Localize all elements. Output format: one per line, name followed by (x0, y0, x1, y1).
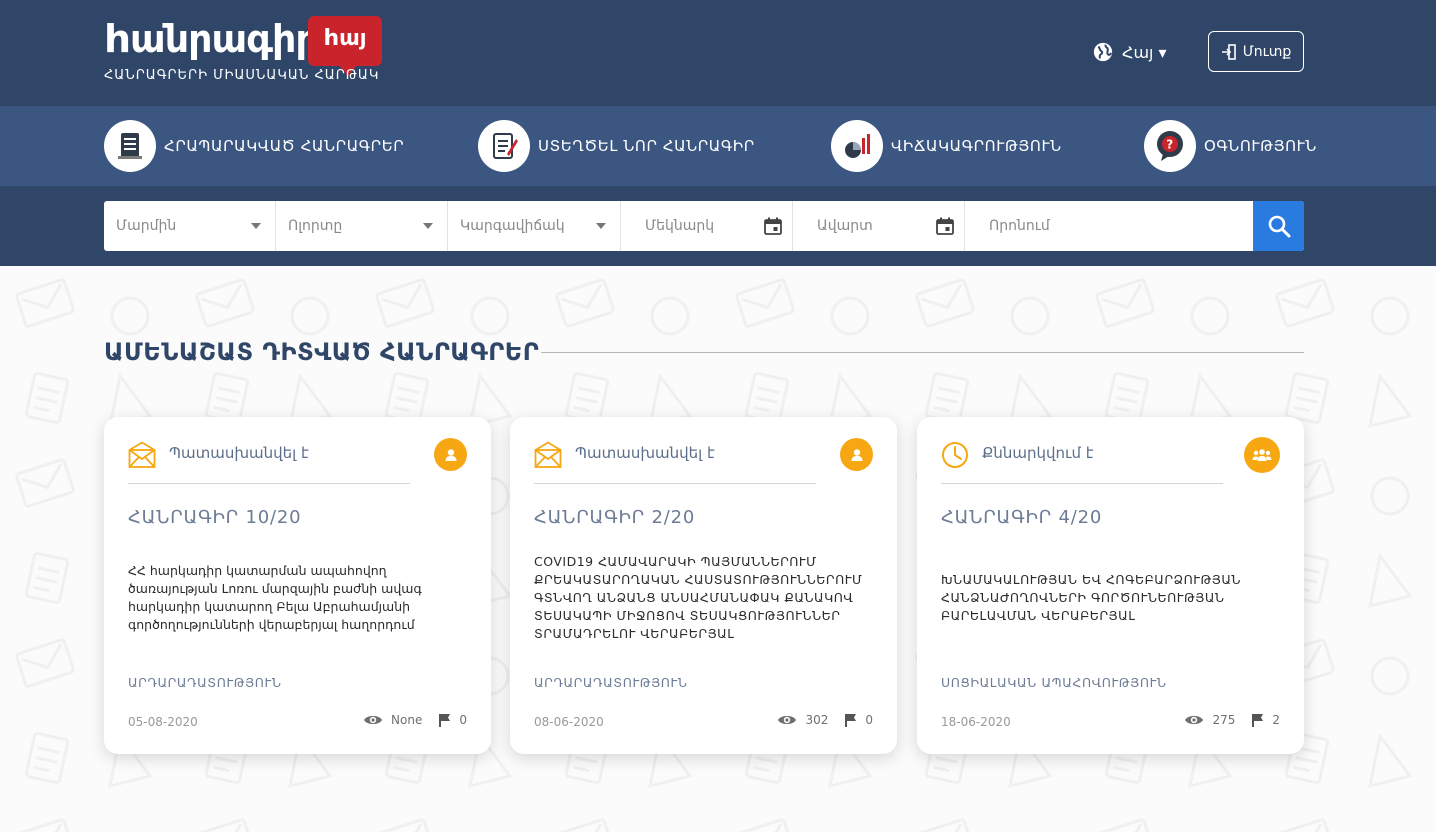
search-button[interactable] (1253, 201, 1304, 251)
card-description: COVID19 ՀԱՄԱՎԱՐԱԿԻ ՊԱՅՄԱՆՆԵՐՈՒՄ ՔՐԵԱԿԱՏԱ… (534, 554, 863, 641)
flag-icon (1252, 714, 1264, 727)
eye-icon (364, 715, 383, 725)
filter-bar: Մարմին Ոլորտը Կարգավիճակ Մեկնարկ Ավարտ Ո… (104, 201, 1304, 251)
nav-published-petitions[interactable]: ՀՐԱՊԱՐԱԿՎԱԾ ՀԱՆՐԱԳՐԵՐ (104, 118, 404, 174)
card-divider (941, 483, 1223, 484)
end-date-placeholder: Ավարտ (817, 218, 873, 234)
flags-count: 0 (459, 713, 467, 727)
eye-icon (1185, 715, 1204, 725)
card-divider (534, 483, 816, 484)
flags-count: 2 (1272, 713, 1280, 727)
section-divider (541, 352, 1304, 353)
card-category: ԱՐԴԱՐԱԴԱՏՈՒԹՅՈՒՆ (128, 675, 282, 690)
nav-statistics[interactable]: ՎԻՃԱԿԱԳՐՈՒԹՅՈՒՆ (831, 118, 1062, 174)
card-date: 18-06-2020 (941, 715, 1011, 729)
card-date: 05-08-2020 (128, 715, 198, 729)
statistics-icon (831, 120, 883, 172)
nav-label: ՕԳՆՈՒԹՅՈՒՆ (1204, 137, 1317, 155)
chevron-down-icon (251, 223, 261, 229)
logo-speech-bubble: hայ (308, 16, 382, 76)
views-count: 302 (805, 713, 829, 727)
status-select[interactable]: Կարգավիճակ (448, 201, 621, 251)
card-category: ԱՐԴԱՐԱԴԱՏՈՒԹՅՈՒՆ (534, 675, 688, 690)
card-stats: 275 2 (1184, 713, 1280, 727)
petition-card[interactable]: Քննարկվում է ՀԱՆՐԱԳԻՐ 4/20 ԽՆԱՄԱԿԱԼՈՒԹՅԱ… (917, 417, 1304, 754)
card-description: ԽՆԱՄԱԿԱԼՈՒԹՅԱՆ ԵՎ ՀՈԳԵԲԱՐՁՈՒԹՅԱՆ ՀԱՆՁՆԱԺ… (941, 572, 1242, 623)
card-title: ՀԱՆՐԱԳԻՐ 10/20 (128, 507, 302, 528)
search-placeholder: Որոնում (989, 218, 1050, 234)
login-button[interactable]: Մուտք (1208, 31, 1304, 72)
card-divider (128, 483, 410, 484)
card-status: Պատասխանվել է (169, 444, 309, 462)
start-date-placeholder: Մեկնարկ (645, 218, 715, 234)
main-nav: ՀՐԱՊԱՐԱԿՎԱԾ ՀԱՆՐԱԳՐԵՐ ՍՏԵՂԾԵԼ ՆՈՐ ՀԱՆՐԱԳ… (0, 106, 1436, 186)
nav-create-petition[interactable]: ՍՏԵՂԾԵԼ ՆՈՐ ՀԱՆՐԱԳԻՐ (478, 118, 755, 174)
clock-icon (942, 442, 968, 468)
top-header: hանրագիր! hայ ՀԱՆՐԱԳՐԵՐԻ ՄԻԱՍՆԱԿԱՆ ՀԱՐԹԱ… (0, 0, 1436, 106)
login-icon (1221, 43, 1236, 60)
single-user-icon (434, 438, 467, 471)
end-date-input[interactable]: Ավարտ (793, 201, 965, 251)
filter-band: Մարմին Ոլորտը Կարգավիճակ Մեկնարկ Ավարտ Ո… (0, 186, 1436, 266)
single-user-icon (840, 438, 873, 471)
envelope-icon (534, 441, 562, 468)
nav-label: ՍՏԵՂԾԵԼ ՆՈՐ ՀԱՆՐԱԳԻՐ (538, 137, 755, 155)
petition-card[interactable]: Պատասխանվել է ՀԱՆՐԱԳԻՐ 10/20 ՀՀ հարկադիր… (104, 417, 491, 754)
calendar-icon (936, 217, 954, 235)
language-label: Հայ ▾ (1122, 42, 1167, 62)
chevron-down-icon (596, 223, 606, 229)
field-select-label: Ոլորտը (288, 218, 343, 234)
body-select-label: Մարմին (116, 218, 177, 234)
card-stats: 302 0 (777, 713, 873, 727)
globe-icon (1093, 42, 1113, 62)
logo-tagline: ՀԱՆՐԱԳՐԵՐԻ ՄԻԱՍՆԱԿԱՆ ՀԱՐԹԱԿ (104, 68, 380, 83)
card-status: Քննարկվում է (982, 444, 1094, 462)
help-icon: ? (1144, 120, 1196, 172)
create-petition-icon (478, 120, 530, 172)
views-count: 275 (1212, 713, 1236, 727)
search-icon (1268, 215, 1290, 238)
card-title: ՀԱՆՐԱԳԻՐ 4/20 (941, 507, 1103, 528)
body-select[interactable]: Մարմին (104, 201, 276, 251)
petition-card[interactable]: Պատասխանվել է ՀԱՆՐԱԳԻՐ 2/20 COVID19 ՀԱՄԱ… (510, 417, 897, 754)
start-date-input[interactable]: Մեկնարկ (621, 201, 793, 251)
status-select-label: Կարգավիճակ (460, 218, 565, 234)
nav-label: ՀՐԱՊԱՐԱԿՎԱԾ ՀԱՆՐԱԳՐԵՐ (164, 137, 405, 155)
login-label: Մուտք (1242, 43, 1292, 60)
flag-icon (845, 714, 857, 727)
logo-badge-text: hայ (323, 26, 367, 51)
card-title: ՀԱՆՐԱԳԻՐ 2/20 (534, 507, 696, 528)
views-count: None (391, 713, 423, 727)
nav-help[interactable]: ? ՕԳՆՈՒԹՅՈՒՆ (1144, 118, 1317, 174)
card-category: ՍՈՑԻԱԼԱԿԱՆ ԱՊԱՀՈՎՈՒԹՅՈՒՆ (941, 675, 1167, 690)
flags-count: 0 (865, 713, 873, 727)
flag-icon (439, 714, 451, 727)
logo-wordmark: hանրագիր! (104, 17, 336, 61)
card-stats: None 0 (363, 713, 467, 727)
card-description: ՀՀ հարկադիր կատարման ապահովող ծառայությա… (128, 563, 422, 632)
search-input[interactable]: Որոնում (965, 201, 1253, 251)
eye-icon (778, 715, 797, 725)
site-logo[interactable]: hանրագիր! hայ ՀԱՆՐԱԳՐԵՐԻ ՄԻԱՍՆԱԿԱՆ ՀԱՐԹԱ… (104, 14, 394, 86)
card-date: 08-06-2020 (534, 715, 604, 729)
svg-text:?: ? (1166, 138, 1174, 152)
published-petitions-icon (104, 120, 156, 172)
main-content: ԱՄԵՆԱՇԱՏ ԴԻՏՎԱԾ ՀԱՆՐԱԳՐԵՐ Պատասխանվել է … (0, 266, 1436, 832)
nav-label: ՎԻՃԱԿԱԳՐՈՒԹՅՈՒՆ (891, 137, 1062, 155)
calendar-icon (764, 217, 782, 235)
envelope-icon (128, 441, 156, 468)
chevron-down-icon (423, 223, 433, 229)
section-title: ԱՄԵՆԱՇԱՏ ԴԻՏՎԱԾ ՀԱՆՐԱԳՐԵՐ (104, 338, 540, 366)
language-select[interactable]: Հայ ▾ (1092, 40, 1167, 64)
card-status: Պատասխանվել է (575, 444, 715, 462)
field-select[interactable]: Ոլորտը (276, 201, 448, 251)
group-users-icon (1244, 437, 1280, 473)
